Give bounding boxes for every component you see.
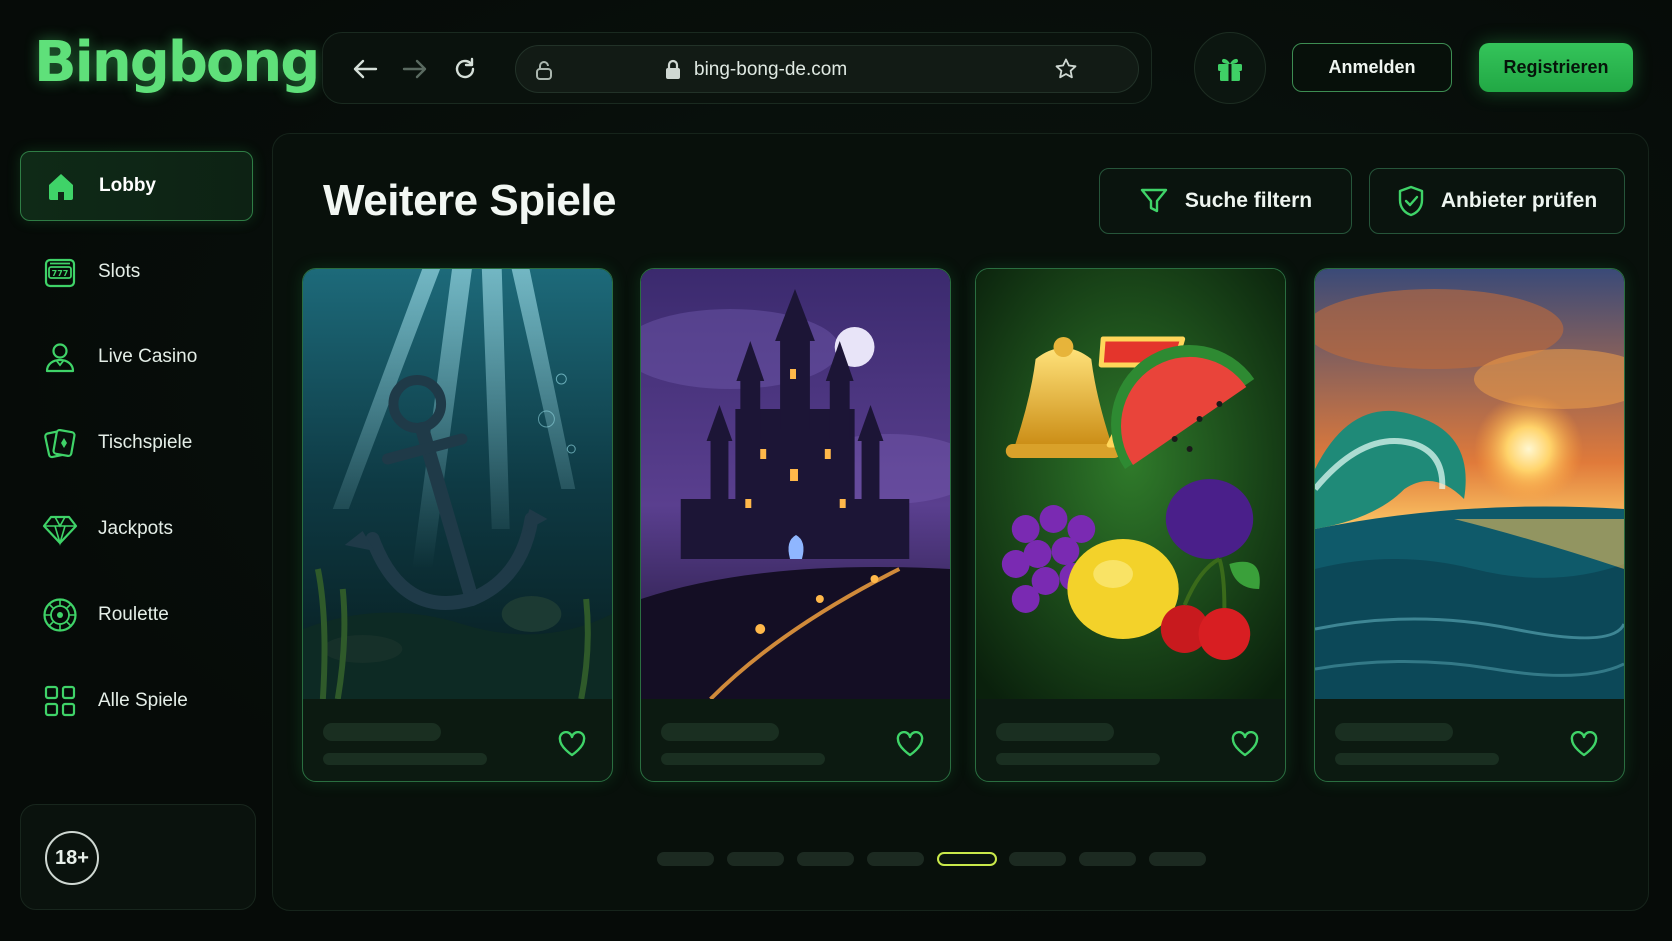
browser-bar: bing-bong-de.com: [322, 32, 1152, 104]
sidebar-item-lobby[interactable]: Lobby: [20, 151, 253, 221]
reload-icon: [455, 57, 475, 79]
subtitle-placeholder: [996, 753, 1160, 765]
subtitle-placeholder: [661, 753, 825, 765]
filter-icon: [1140, 188, 1168, 213]
sidebar-item-label: Alle Spiele: [98, 690, 188, 711]
roulette-icon: [42, 597, 78, 633]
shield-check-icon: [1398, 185, 1424, 217]
pagination-dot[interactable]: [1079, 852, 1136, 866]
filter-label: Suche filtern: [1184, 189, 1313, 212]
pagination-dot[interactable]: [657, 852, 714, 866]
home-icon: [43, 168, 79, 204]
dealer-icon: [42, 339, 78, 375]
slot-machine-icon: 777: [42, 254, 78, 290]
provider-label: Anbieter prüfen: [1440, 189, 1598, 212]
diamond-icon: [42, 511, 78, 547]
pagination-dot[interactable]: [1009, 852, 1066, 866]
sidebar-item-table-games[interactable]: Tischspiele: [20, 408, 253, 478]
sidebar-item-live-casino[interactable]: Live Casino: [20, 322, 253, 392]
game-card[interactable]: [640, 268, 951, 782]
sidebar-item-label: Roulette: [98, 604, 169, 625]
title-placeholder: [996, 723, 1114, 741]
lock-icon: [666, 59, 680, 79]
sidebar-item-label: Lobby: [99, 175, 156, 196]
title-placeholder: [1335, 723, 1453, 741]
address-bar[interactable]: bing-bong-de.com: [515, 45, 1139, 93]
game-thumbnail-ocean-sunset: [1315, 269, 1624, 699]
grid-icon: [42, 683, 78, 719]
game-card[interactable]: [1314, 268, 1625, 782]
svg-text:777: 777: [52, 269, 69, 278]
sidebar-item-all-games[interactable]: Alle Spiele: [20, 666, 253, 736]
pagination-dot[interactable]: [1149, 852, 1206, 866]
check-provider-button[interactable]: Anbieter prüfen: [1369, 168, 1625, 234]
register-button[interactable]: Registrieren: [1479, 43, 1633, 92]
heart-icon[interactable]: [1570, 731, 1598, 757]
age-restriction-panel: 18+: [20, 804, 256, 910]
page-title: Weitere Spiele: [323, 176, 617, 225]
sidebar-item-slots[interactable]: 777 Slots: [20, 237, 253, 307]
gift-icon: [1218, 58, 1242, 81]
forward-button[interactable]: [397, 51, 433, 87]
casino-page: Bingbong bing-bong-de.com Anmelden Regis…: [0, 0, 1672, 941]
pagination-dot[interactable]: [727, 852, 784, 866]
games-panel: Weitere Spiele Suche filtern Anbieter pr…: [272, 133, 1649, 911]
game-card[interactable]: [302, 268, 613, 782]
sidebar-item-label: Tischspiele: [98, 432, 193, 453]
sidebar-item-label: Live Casino: [98, 346, 198, 367]
sidebar-item-label: Slots: [98, 261, 141, 282]
pagination-dot[interactable]: [867, 852, 924, 866]
subtitle-placeholder: [1335, 753, 1499, 765]
subtitle-placeholder: [323, 753, 487, 765]
title-placeholder: [323, 723, 441, 741]
arrow-left-icon: [353, 59, 378, 79]
sidebar-item-jackpots[interactable]: Jackpots: [20, 494, 253, 564]
age-badge: 18+: [45, 831, 99, 885]
reload-button[interactable]: [447, 51, 483, 87]
heart-icon[interactable]: [558, 731, 586, 757]
game-thumbnail-underwater-anchor: [303, 269, 612, 699]
star-icon: [1055, 58, 1077, 79]
arrow-right-icon: [402, 59, 427, 79]
heart-icon[interactable]: [896, 731, 924, 757]
back-button[interactable]: [347, 51, 383, 87]
url-text: bing-bong-de.com: [694, 59, 848, 80]
site-settings-icon: [536, 61, 552, 80]
pagination-dot[interactable]: [797, 852, 854, 866]
cards-icon: [42, 425, 78, 461]
title-placeholder: [661, 723, 779, 741]
pagination-dot-active[interactable]: [937, 852, 997, 866]
sidebar-item-roulette[interactable]: Roulette: [20, 580, 253, 650]
login-button[interactable]: Anmelden: [1292, 43, 1452, 92]
heart-icon[interactable]: [1231, 731, 1259, 757]
game-thumbnail-fruit-slots: [976, 269, 1285, 699]
game-thumbnail-night-castle: [641, 269, 950, 699]
brand-logo[interactable]: Bingbong: [34, 30, 320, 95]
sidebar-item-label: Jackpots: [98, 518, 173, 539]
filter-button[interactable]: Suche filtern: [1099, 168, 1352, 234]
gift-button[interactable]: [1194, 32, 1266, 104]
game-card[interactable]: [975, 268, 1286, 782]
